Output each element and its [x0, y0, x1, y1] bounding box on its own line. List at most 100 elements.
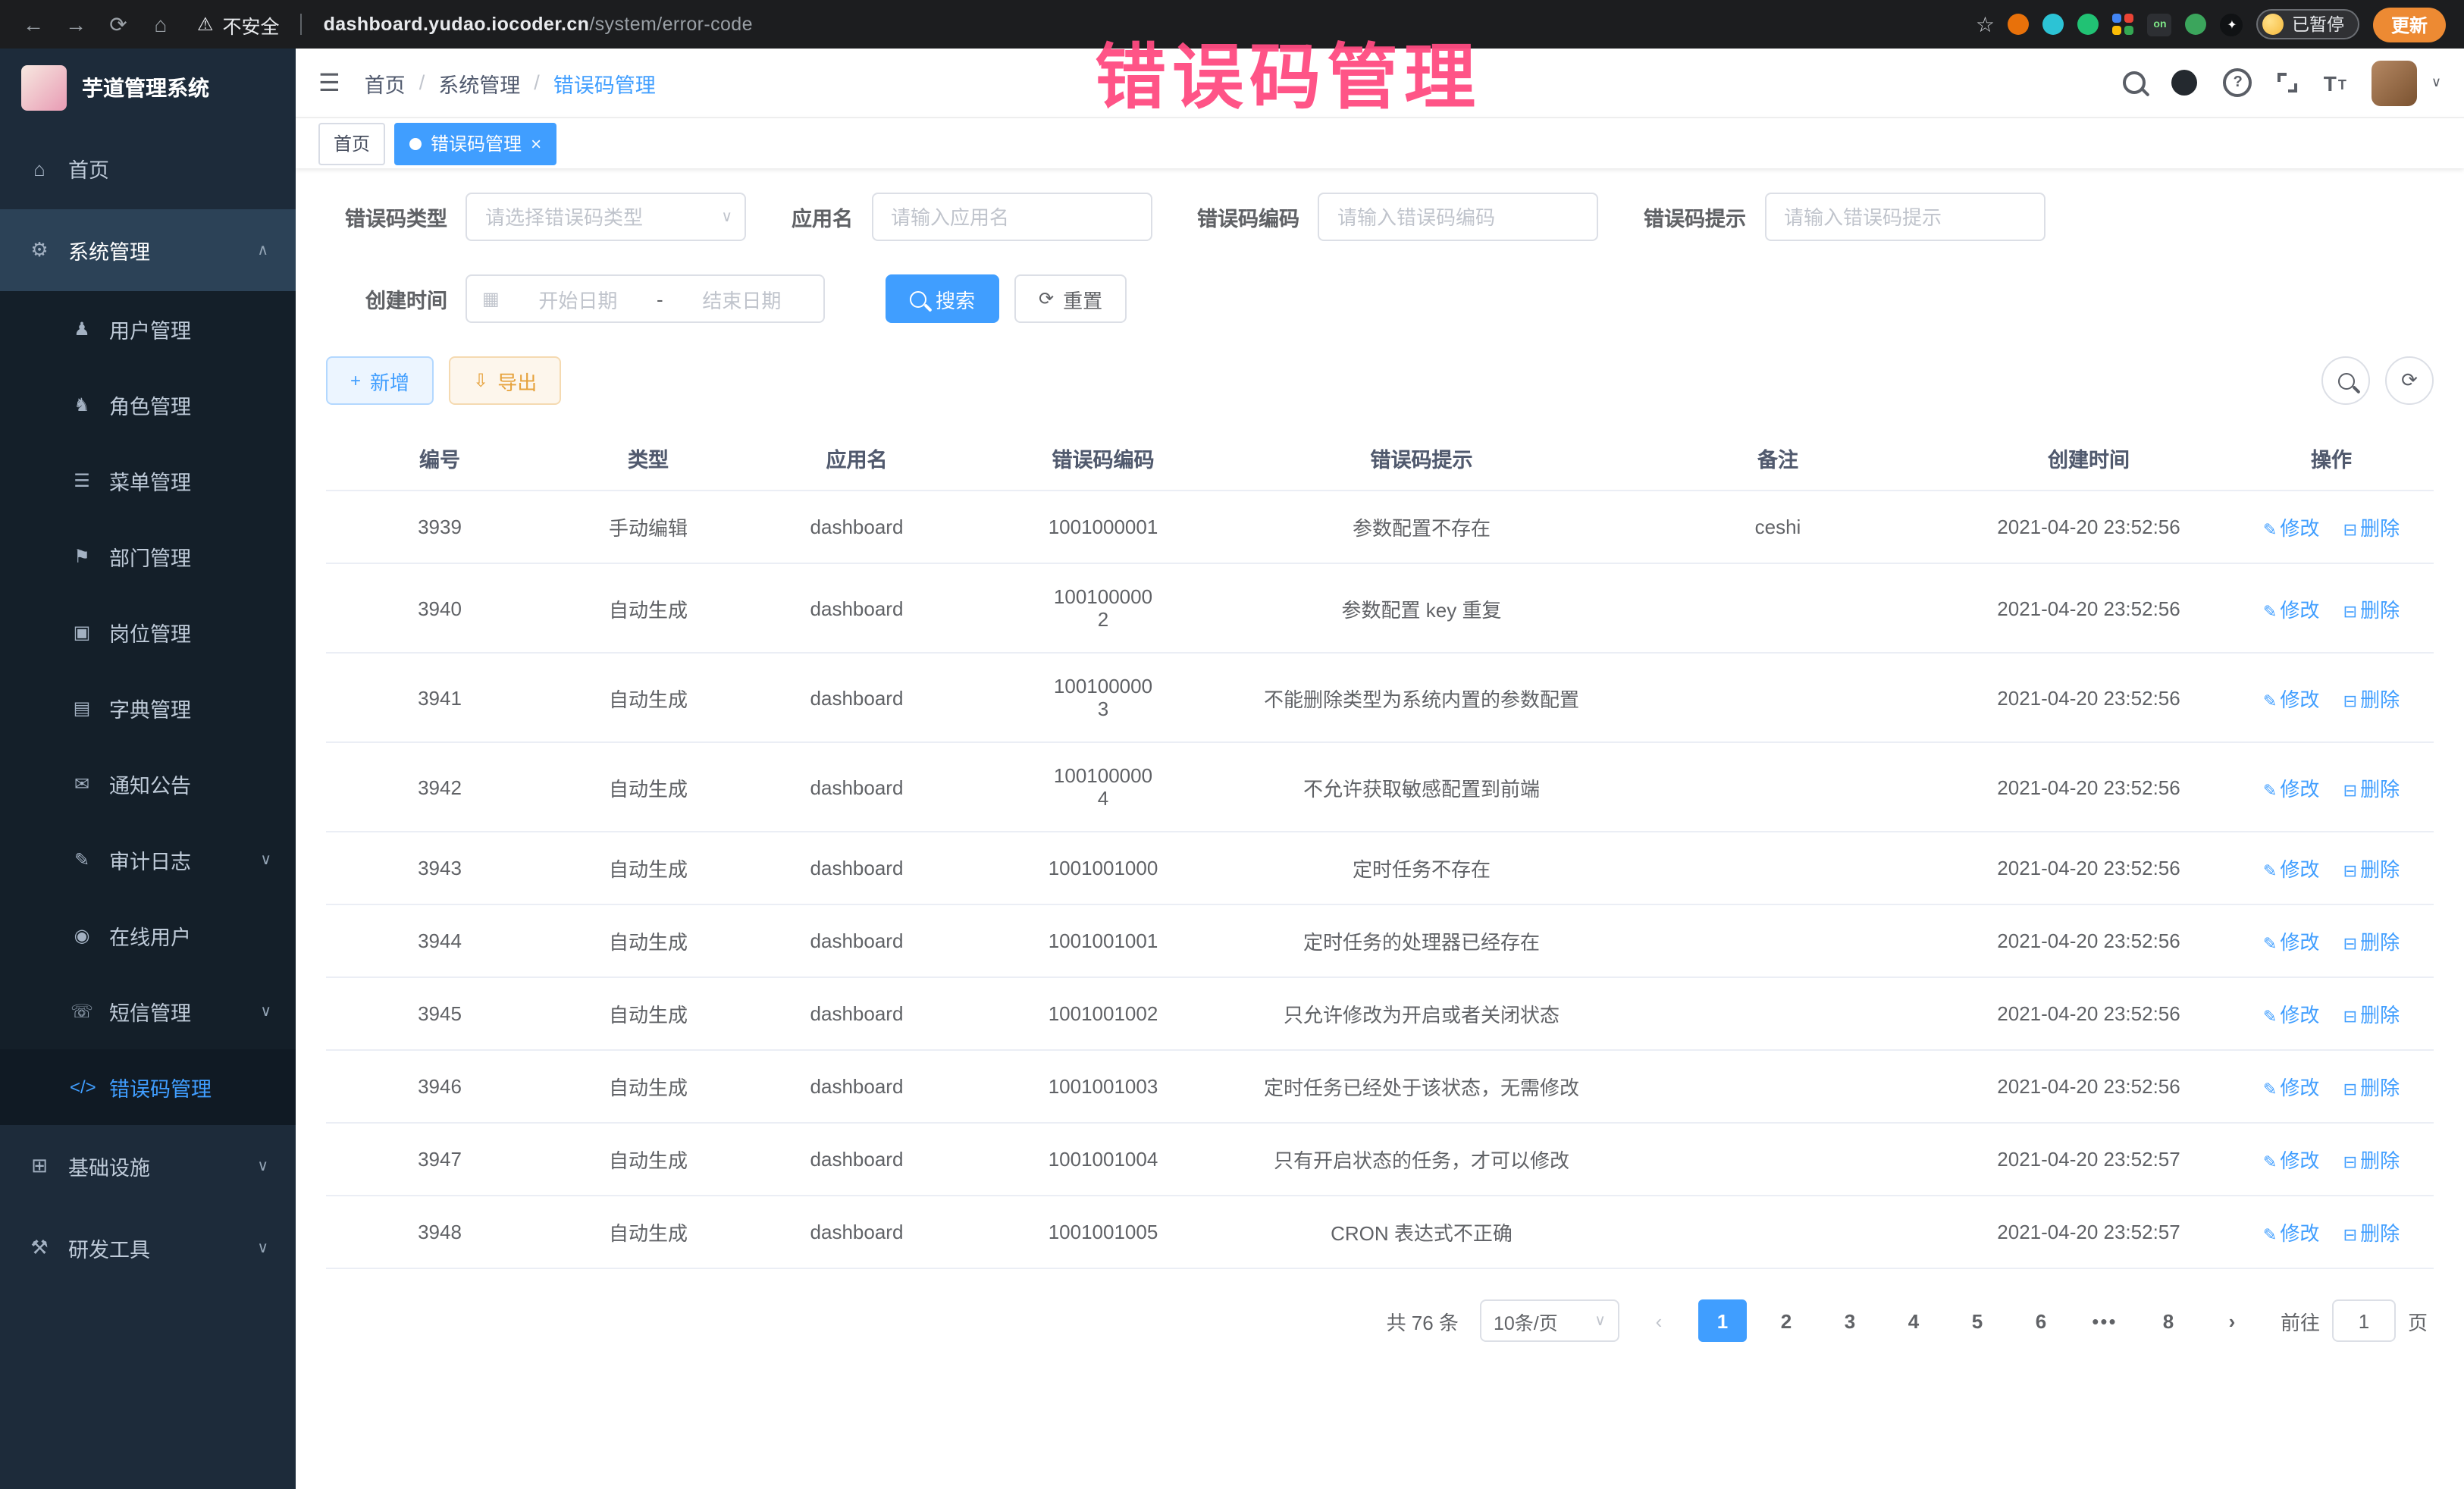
sidebar-item-home[interactable]: ⌂ 首页 — [0, 127, 296, 209]
page-button-1[interactable]: 1 — [1698, 1299, 1747, 1342]
page-size-select[interactable]: 10条/页 ∨ — [1480, 1299, 1619, 1342]
security-indicator[interactable]: ⚠ 不安全 — [197, 10, 280, 39]
edit-link[interactable]: ✎修改 — [2263, 688, 2319, 710]
refresh-table-button[interactable]: ⟳ — [2385, 356, 2434, 405]
delete-link[interactable]: ⊟删除 — [2343, 688, 2400, 710]
page-button-8[interactable]: 8 — [2144, 1299, 2193, 1342]
app-name-input[interactable] — [873, 205, 1150, 228]
extension-icon-pin[interactable]: ✦ — [2221, 13, 2243, 36]
sidebar-item-infrastructure[interactable]: ⊞ 基础设施 ∨ — [0, 1125, 296, 1207]
edit-link[interactable]: ✎修改 — [2263, 1077, 2319, 1099]
bookmark-star-icon[interactable]: ☆ — [1976, 11, 1995, 37]
delete-link[interactable]: ⊟删除 — [2343, 858, 2400, 881]
more-pages-button[interactable]: ••• — [2080, 1299, 2129, 1342]
delete-link[interactable]: ⊟删除 — [2343, 598, 2400, 621]
sidebar-item-system[interactable]: ⚙ 系统管理 ∧ — [0, 209, 296, 291]
app-name-field[interactable] — [871, 193, 1152, 241]
extension-icon-leaf[interactable] — [2186, 14, 2207, 35]
error-type-select-input[interactable] — [467, 205, 721, 228]
sidebar-item-dictionary[interactable]: ▤ 字典管理 — [0, 670, 296, 746]
delete-link[interactable]: ⊟删除 — [2343, 1149, 2400, 1172]
table-row: 3944 自动生成 dashboard 1001001001 定时任务的处理器已… — [326, 904, 2434, 977]
cell-type: 自动生成 — [553, 1123, 743, 1196]
delete-link[interactable]: ⊟删除 — [2343, 1222, 2400, 1245]
search-icon[interactable] — [2124, 71, 2146, 94]
logo[interactable]: 芋道管理系统 — [0, 49, 296, 127]
extension-icon-teal[interactable] — [2043, 14, 2064, 35]
next-page-button[interactable]: › — [2208, 1299, 2256, 1342]
breadcrumb-item-home[interactable]: 首页 — [365, 67, 406, 98]
edit-link[interactable]: ✎修改 — [2263, 1149, 2319, 1172]
page-button-5[interactable]: 5 — [1953, 1299, 2002, 1342]
sidebar-toggle-icon[interactable]: ☰ — [318, 67, 340, 98]
search-button[interactable]: 搜索 — [886, 274, 999, 323]
edit-link[interactable]: ✎修改 — [2263, 931, 2319, 954]
update-button[interactable]: 更新 — [2373, 7, 2446, 42]
export-button[interactable]: ⇩ 导出 — [449, 356, 561, 405]
goto-page-input[interactable] — [2332, 1299, 2396, 1342]
error-code-field[interactable] — [1318, 193, 1598, 241]
sidebar-item-online-users[interactable]: ◉ 在线用户 — [0, 898, 296, 973]
edit-link[interactable]: ✎修改 — [2263, 598, 2319, 621]
profile-paused-pill[interactable]: 已暂停 — [2257, 9, 2359, 39]
start-date-placeholder[interactable]: 开始日期 — [512, 284, 644, 313]
breadcrumb-item-system[interactable]: 系统管理 — [438, 67, 520, 98]
github-icon[interactable] — [2172, 70, 2198, 96]
error-code-input[interactable] — [1319, 205, 1597, 228]
fullscreen-icon[interactable] — [2278, 73, 2298, 92]
reset-button[interactable]: ⟳ 重置 — [1014, 274, 1127, 323]
delete-icon: ⊟ — [2343, 1008, 2357, 1027]
error-code-table: 编号 类型 应用名 错误码编码 错误码提示 备注 创建时间 操作 3939 — [326, 426, 2434, 1269]
address-bar[interactable]: dashboard.yudao.iocoder.cn/system/error-… — [324, 14, 753, 35]
prev-page-button[interactable]: ‹ — [1635, 1299, 1683, 1342]
edit-link[interactable]: ✎修改 — [2263, 517, 2319, 540]
page-button-3[interactable]: 3 — [1826, 1299, 1874, 1342]
reload-icon[interactable]: ⟳ — [103, 11, 133, 37]
tag-error-codes[interactable]: 错误码管理 × — [394, 122, 556, 165]
toggle-search-button[interactable] — [2321, 356, 2370, 405]
home-icon[interactable]: ⌂ — [146, 12, 176, 36]
sidebar-item-dev-tools[interactable]: ⚒ 研发工具 ∨ — [0, 1207, 296, 1289]
sidebar-item-notices[interactable]: ✉ 通知公告 — [0, 746, 296, 822]
sidebar-item-sms[interactable]: ☏ 短信管理 ∨ — [0, 973, 296, 1049]
sidebar-item-audit-logs[interactable]: ✎ 审计日志 ∨ — [0, 822, 296, 898]
extension-icon-orange[interactable] — [2008, 14, 2030, 35]
sidebar-item-users[interactable]: ♟ 用户管理 — [0, 291, 296, 367]
delete-link[interactable]: ⊟删除 — [2343, 1077, 2400, 1099]
sidebar-item-roles[interactable]: ♞ 角色管理 — [0, 367, 296, 443]
date-range-picker[interactable]: ▦ 开始日期 - 结束日期 — [466, 274, 825, 323]
sidebar-item-menus[interactable]: ☰ 菜单管理 — [0, 443, 296, 519]
error-message-input[interactable] — [1766, 205, 2043, 228]
error-message-field[interactable] — [1764, 193, 2045, 241]
delete-link[interactable]: ⊟删除 — [2343, 777, 2400, 800]
sidebar-item-error-codes[interactable]: </> 错误码管理 — [0, 1049, 296, 1125]
sidebar-item-departments[interactable]: ⚑ 部门管理 — [0, 519, 296, 594]
caret-down-icon[interactable]: ∨ — [2431, 74, 2441, 91]
tag-home[interactable]: 首页 — [318, 122, 385, 165]
edit-link[interactable]: ✎修改 — [2263, 858, 2319, 881]
font-size-icon[interactable]: T T — [2324, 72, 2346, 93]
close-icon[interactable]: × — [531, 134, 541, 152]
forward-icon[interactable]: → — [61, 12, 91, 36]
edit-link[interactable]: ✎修改 — [2263, 1222, 2319, 1245]
end-date-placeholder[interactable]: 结束日期 — [676, 284, 808, 313]
font-size-small: T — [2338, 77, 2346, 93]
sidebar-item-positions[interactable]: ▣ 岗位管理 — [0, 594, 296, 670]
cell-actions: ✎修改 ⊟删除 — [2229, 977, 2434, 1050]
extension-icon-on-badge[interactable]: on — [2148, 13, 2172, 36]
delete-link[interactable]: ⊟删除 — [2343, 1004, 2400, 1027]
page-button-2[interactable]: 2 — [1762, 1299, 1810, 1342]
error-type-select[interactable]: ∨ — [466, 193, 746, 241]
back-icon[interactable]: ← — [18, 12, 49, 36]
page-button-4[interactable]: 4 — [1889, 1299, 1938, 1342]
help-icon[interactable]: ? — [2224, 68, 2252, 97]
delete-link[interactable]: ⊟删除 — [2343, 517, 2400, 540]
avatar[interactable] — [2372, 60, 2418, 105]
page-button-6[interactable]: 6 — [2017, 1299, 2065, 1342]
add-button[interactable]: + 新增 — [326, 356, 434, 405]
delete-link[interactable]: ⊟删除 — [2343, 931, 2400, 954]
extension-icon-grid[interactable] — [2113, 14, 2134, 35]
edit-link[interactable]: ✎修改 — [2263, 777, 2319, 800]
edit-link[interactable]: ✎修改 — [2263, 1004, 2319, 1027]
extension-icon-green-check[interactable] — [2078, 14, 2099, 35]
